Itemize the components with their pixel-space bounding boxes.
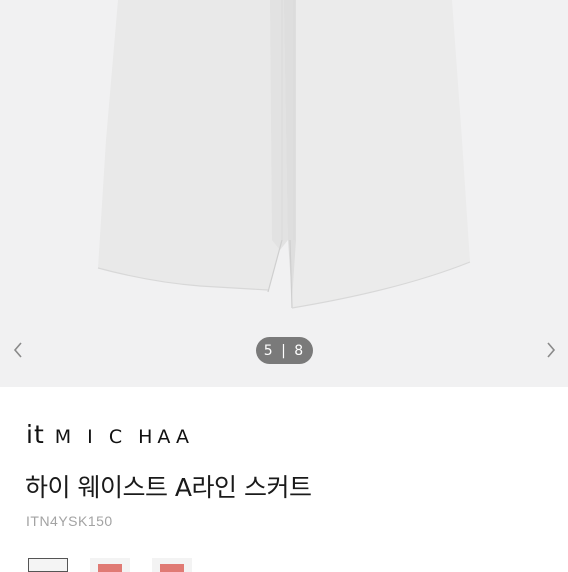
image-counter-badge: 5 | 8	[256, 337, 313, 364]
color-swatch-red[interactable]	[90, 558, 130, 572]
color-swatch-white[interactable]	[28, 558, 68, 572]
product-image-skirt	[97, 0, 471, 309]
chevron-right-icon	[547, 342, 556, 358]
gallery-prev-button[interactable]	[6, 337, 30, 363]
chevron-left-icon	[13, 342, 22, 358]
product-image-gallery[interactable]: 5 | 8	[0, 0, 568, 387]
brand-prefix: it	[26, 420, 45, 449]
gallery-next-button[interactable]	[539, 337, 563, 363]
brand-name: M I C HAA	[54, 426, 194, 448]
brand-logo[interactable]: it M I C HAA	[26, 420, 194, 450]
product-code: ITN4YSK150	[26, 513, 113, 529]
color-swatch-red-2[interactable]	[152, 558, 192, 572]
product-title: 하이 웨이스트 A라인 스커트	[25, 473, 312, 502]
